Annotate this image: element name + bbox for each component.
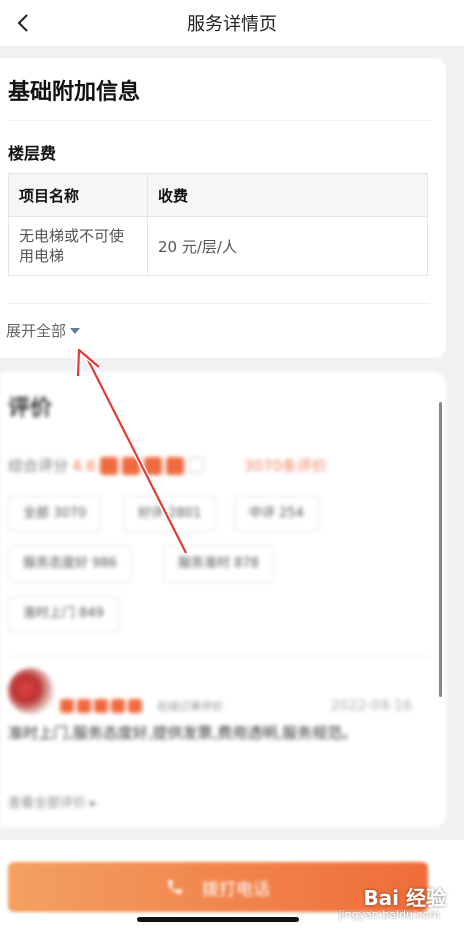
tag-all[interactable]: 全部 3070 bbox=[8, 496, 102, 532]
star-filled-icon bbox=[165, 456, 184, 475]
reviews-card: 评价 综合评分 4.6 3070条评价 全部 3070 好评 2801 中评 2… bbox=[0, 372, 446, 827]
star-empty-icon bbox=[187, 456, 204, 473]
watermark-url: jingyan.baidu.com bbox=[338, 908, 440, 921]
star-filled-icon bbox=[77, 699, 91, 713]
table-cell-fee: 20 元/层/人 bbox=[147, 216, 428, 276]
star-filled-icon bbox=[60, 699, 74, 713]
see-all-reviews-link[interactable]: 查看全部评价 ▸ bbox=[8, 792, 97, 811]
star-filled-icon bbox=[99, 456, 118, 475]
score-value: 4.6 bbox=[72, 456, 96, 475]
tag-on-time[interactable]: 准时上门 849 bbox=[8, 596, 119, 632]
caret-down-icon bbox=[70, 327, 81, 334]
watermark-logo: Bai 经验 bbox=[363, 882, 446, 911]
divider bbox=[8, 303, 430, 304]
page-title: 服务详情页 bbox=[187, 14, 277, 35]
avatar bbox=[8, 668, 54, 714]
table-header-row: 项目名称 收费 bbox=[8, 173, 428, 217]
column-header-fee: 收费 bbox=[147, 173, 428, 217]
column-header-item: 项目名称 bbox=[8, 173, 148, 217]
call-button-label: 拨打电话 bbox=[202, 879, 270, 900]
star-filled-icon bbox=[111, 699, 125, 713]
table-cell-item: 无电梯或不可使用电梯 bbox=[8, 216, 148, 276]
rating-stars bbox=[99, 456, 208, 475]
tag-punctual[interactable]: 服务准时 878 bbox=[163, 546, 274, 582]
review-count: 3070条评价 bbox=[243, 457, 328, 475]
divider bbox=[8, 656, 430, 657]
star-filled-icon bbox=[128, 699, 142, 713]
watermark-text: Bai 经验 bbox=[363, 886, 446, 910]
star-filled-icon bbox=[94, 699, 108, 713]
phone-icon bbox=[168, 880, 182, 894]
review-source: 在线订单评价 bbox=[157, 700, 223, 713]
home-indicator bbox=[137, 917, 299, 922]
score-row: 综合评分 4.6 3070条评价 bbox=[8, 455, 327, 476]
nav-header: 服务详情页 bbox=[0, 0, 464, 46]
reviews-title: 评价 bbox=[8, 396, 53, 421]
tag-attitude[interactable]: 服务态度好 986 bbox=[8, 546, 132, 582]
expand-all-label: 展开全部 bbox=[6, 322, 67, 340]
tag-positive[interactable]: 好评 2801 bbox=[123, 496, 217, 532]
fee-table: 项目名称 收费 无电梯或不可使用电梯 20 元/层/人 bbox=[8, 173, 428, 276]
table-row: 无电梯或不可使用电梯 20 元/层/人 bbox=[8, 216, 428, 276]
review-date: 2022-09-16 bbox=[330, 698, 412, 714]
score-label: 综合评分 bbox=[8, 457, 69, 475]
divider bbox=[8, 120, 430, 121]
additional-info-card: 基础附加信息 楼层费 项目名称 收费 无电梯或不可使用电梯 20 元/层/人 展… bbox=[0, 58, 446, 358]
scrollbar[interactable] bbox=[439, 402, 442, 697]
review-text: 准时上门,服务态度好,提供发票,费用透明,服务规范。 bbox=[8, 724, 358, 742]
tag-neutral[interactable]: 中评 254 bbox=[234, 496, 319, 532]
star-filled-icon bbox=[121, 456, 140, 475]
section-title: 基础附加信息 bbox=[8, 80, 141, 105]
star-filled-icon bbox=[143, 456, 162, 475]
review-stars bbox=[60, 699, 145, 713]
see-all-label: 查看全部评价 bbox=[8, 796, 87, 811]
floor-fee-title: 楼层费 bbox=[8, 144, 57, 163]
expand-all-link[interactable]: 展开全部 bbox=[6, 320, 81, 341]
